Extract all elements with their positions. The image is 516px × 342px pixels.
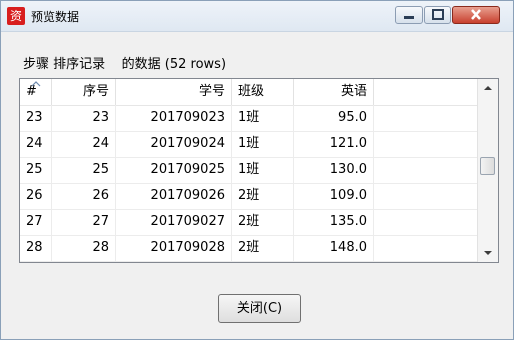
english-cell: 148.0 <box>294 235 374 261</box>
class-cell: 1班 <box>232 105 294 131</box>
close-window-button[interactable] <box>452 6 500 24</box>
serial-cell: 28 <box>52 235 116 261</box>
student-id-cell: 201709023 <box>116 105 232 131</box>
chevron-down-icon <box>484 251 492 255</box>
row-index: 26 <box>20 183 52 209</box>
filler-cell <box>374 131 478 157</box>
column-header-index[interactable]: # <box>20 79 52 105</box>
maximize-icon <box>432 9 444 20</box>
maximize-button[interactable] <box>424 6 451 24</box>
serial-cell: 25 <box>52 157 116 183</box>
close-button[interactable]: 关闭(C) <box>218 294 301 323</box>
app-icon: 资 <box>7 7 25 25</box>
table-row[interactable]: 28 28 201709028 2班 148.0 <box>20 235 478 262</box>
english-cell: 135.0 <box>294 209 374 235</box>
minimize-button[interactable] <box>395 6 423 24</box>
scrollbar-thumb[interactable] <box>480 157 495 175</box>
table-row[interactable]: 27 27 201709027 2班 135.0 <box>20 209 478 236</box>
serial-cell: 27 <box>52 209 116 235</box>
student-id-cell: 201709024 <box>116 131 232 157</box>
row-index: 28 <box>20 235 52 261</box>
filler-cell <box>374 183 478 209</box>
class-cell: 1班 <box>232 157 294 183</box>
title-bar[interactable]: 资 预览数据 <box>1 1 513 32</box>
close-icon <box>471 9 481 20</box>
column-header-filler <box>374 79 478 105</box>
column-header-student-id[interactable]: 学号 <box>116 79 232 105</box>
class-cell: 2班 <box>232 235 294 261</box>
column-header-serial[interactable]: 序号 <box>52 79 116 105</box>
student-id-cell: 201709027 <box>116 209 232 235</box>
row-index: 25 <box>20 157 52 183</box>
filler-cell <box>374 235 478 261</box>
student-id-cell: 201709025 <box>116 157 232 183</box>
student-id-cell: 201709028 <box>116 235 232 261</box>
row-index: 23 <box>20 105 52 131</box>
class-cell: 2班 <box>232 183 294 209</box>
filler-cell <box>374 209 478 235</box>
preview-data-dialog: 资 预览数据 步骤 排序记录 的数据 (52 rows) # 序号 学号 班级 … <box>0 0 514 340</box>
english-cell: 109.0 <box>294 183 374 209</box>
table-row[interactable]: 25 25 201709025 1班 130.0 <box>20 157 478 184</box>
table-row[interactable]: 24 24 201709024 1班 121.0 <box>20 131 478 158</box>
window-title: 预览数据 <box>31 10 80 24</box>
row-index: 27 <box>20 209 52 235</box>
chevron-up-icon <box>484 86 492 90</box>
data-table: # 序号 学号 班级 英语 23 23 201709023 1班 95.0 24… <box>19 78 499 263</box>
minimize-icon <box>404 16 414 19</box>
table-row[interactable]: 26 26 201709026 2班 109.0 <box>20 183 478 210</box>
english-cell: 121.0 <box>294 131 374 157</box>
scroll-up-button[interactable] <box>478 79 498 97</box>
serial-cell: 23 <box>52 105 116 131</box>
english-cell: 130.0 <box>294 157 374 183</box>
class-cell: 2班 <box>232 209 294 235</box>
english-cell: 95.0 <box>294 105 374 131</box>
scroll-down-button[interactable] <box>478 244 498 262</box>
table-header: # 序号 学号 班级 英语 <box>20 79 478 106</box>
vertical-scrollbar[interactable] <box>477 79 498 262</box>
column-header-english[interactable]: 英语 <box>294 79 374 105</box>
serial-cell: 26 <box>52 183 116 209</box>
data-caption: 步骤 排序记录 的数据 (52 rows) <box>23 57 227 72</box>
row-index: 24 <box>20 131 52 157</box>
filler-cell <box>374 157 478 183</box>
class-cell: 1班 <box>232 131 294 157</box>
serial-cell: 24 <box>52 131 116 157</box>
filler-cell <box>374 105 478 131</box>
table-row[interactable]: 23 23 201709023 1班 95.0 <box>20 105 478 132</box>
student-id-cell: 201709026 <box>116 183 232 209</box>
column-header-class[interactable]: 班级 <box>232 79 294 105</box>
